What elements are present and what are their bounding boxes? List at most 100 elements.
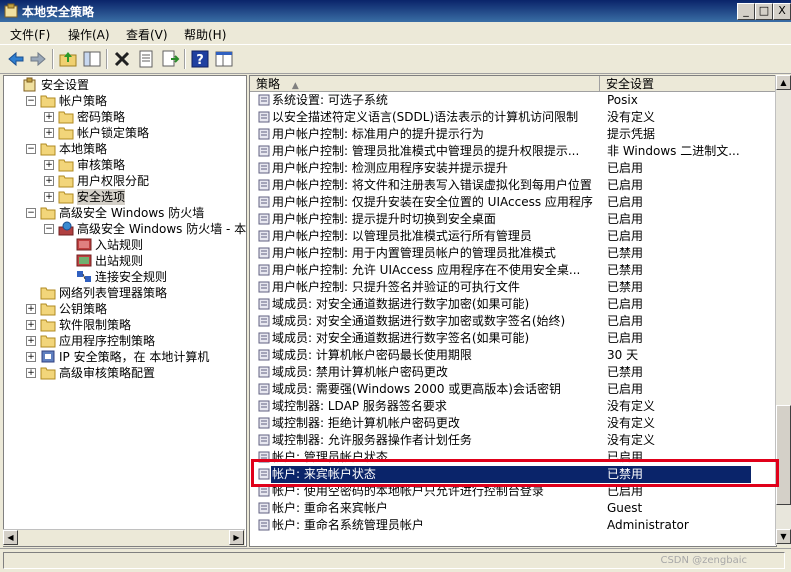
expand-icon[interactable]: + [26,352,36,362]
policy-row[interactable]: 用户帐户控制: 检测应用程序安装并提示提升 已启用 [250,160,776,177]
policy-row[interactable]: 域成员: 禁用计算机帐户密码更改 已禁用 [250,364,776,381]
tree-item[interactable]: − 高级安全 Windows 防火墙 - 本地 [4,221,246,237]
forward-arrow-icon[interactable] [28,49,48,69]
expand-icon[interactable]: + [44,112,54,122]
tree-item[interactable]: − 本地策略 [4,141,244,157]
policy-row[interactable]: 帐户: 管理员帐户状态 已启用 [250,449,776,466]
close-button[interactable]: X [773,3,791,20]
tree-item[interactable]: + 软件限制策略 [4,317,244,333]
tree-item[interactable]: + 安全选项 [4,189,244,205]
collapse-icon[interactable]: − [26,144,36,154]
expand-icon[interactable]: + [44,176,54,186]
policy-row[interactable]: 用户帐户控制: 允许 UIAccess 应用程序在不使用安全桌... 已禁用 [250,262,776,279]
tree-item[interactable]: + 帐户锁定策略 [4,125,244,141]
show-hide-tree-icon[interactable] [82,49,102,69]
scroll-left-button[interactable]: ◀ [3,530,18,545]
tree-horizontal-scrollbar[interactable]: ◀ ▶ [3,529,245,546]
tree-pane[interactable]: 安全设置 − 帐户策略 + 密码策略 + 帐户锁定策略 − 本地策略 + 审核策略 + 用户权限分配 + 安… [3,75,247,547]
expand-icon[interactable]: + [26,336,36,346]
policy-row[interactable]: 域成员: 对安全通道数据进行数字加密(如果可能) 已启用 [250,296,776,313]
properties-icon[interactable] [136,49,156,69]
expand-icon[interactable]: + [26,320,36,330]
policy-row[interactable]: 域控制器: 拒绝计算机帐户密码更改 没有定义 [250,415,776,432]
tree-item[interactable]: 安全设置 [4,77,244,93]
policy-row[interactable]: 用户帐户控制: 以管理员批准模式运行所有管理员 已启用 [250,228,776,245]
tree-item[interactable]: 网络列表管理器策略 [4,285,244,301]
policy-row[interactable]: 用户帐户控制: 只提升签名并验证的可执行文件 已禁用 [250,279,776,296]
minimize-button[interactable]: _ [737,3,755,20]
policy-list-pane[interactable]: 策略 ▲ 安全设置 系统设置: 可选子系统 Posix 以安全描述符定义语言(SDD… [249,75,777,547]
scroll-right-button[interactable]: ▶ [229,530,244,545]
column-header-setting[interactable]: 安全设置 [600,76,776,92]
folder-icon [40,287,56,300]
tree-item[interactable]: + 公钥策略 [4,301,244,317]
scroll-thumb[interactable] [776,405,791,505]
menu-file[interactable]: 文件(F) [4,25,56,44]
security-settings-icon [23,77,36,92]
tree-item-label: 用户权限分配 [77,174,150,188]
policy-row[interactable]: 域控制器: 允许服务器操作者计划任务 没有定义 [250,432,776,449]
policy-row[interactable]: 域控制器: LDAP 服务器签名要求 没有定义 [250,398,776,415]
tree-item[interactable]: 入站规则 [4,237,244,253]
policy-row[interactable]: 域成员: 需要强(Windows 2000 或更高版本)会话密钥 已启用 [250,381,776,398]
vertical-scrollbar[interactable]: ▲ ▼ [775,75,791,545]
policy-row[interactable]: 用户帐户控制: 提示提升时切换到安全桌面 已启用 [250,211,776,228]
policy-name: 用户帐户控制: 标准用户的提升提示行为 [272,127,484,141]
help-icon[interactable]: ? [190,49,210,69]
tree-item[interactable]: + 审核策略 [4,157,244,173]
tree-item[interactable]: + IP 安全策略，在 本地计算机 [4,349,244,365]
column-header-policy[interactable]: 策略 ▲ [250,76,600,92]
tree-item-label: 连接安全规则 [95,270,168,284]
menu-action[interactable]: 操作(A) [62,25,116,44]
policy-icon [258,400,270,412]
delete-icon[interactable] [112,49,132,69]
tree-item[interactable]: + 用户权限分配 [4,173,244,189]
tree-item[interactable]: + 应用程序控制策略 [4,333,244,349]
policy-row[interactable]: 用户帐户控制: 用于内置管理员帐户的管理员批准模式 已禁用 [250,245,776,262]
policy-icon [258,230,270,242]
policy-row[interactable]: 帐户: 来宾帐户状态 已禁用 [250,466,776,483]
policy-row[interactable]: 以安全描述符定义语言(SDDL)语法表示的计算机访问限制 没有定义 [250,109,776,126]
back-arrow-icon[interactable] [6,49,26,69]
policy-row[interactable]: 帐户: 重命名来宾帐户 Guest [250,500,776,517]
policy-row[interactable]: 用户帐户控制: 标准用户的提升提示行为 提示凭据 [250,126,776,143]
policy-row[interactable]: 用户帐户控制: 管理员批准模式中管理员的提升权限提示... 非 Windows 二… [250,143,776,160]
tree-item[interactable]: − 帐户策略 [4,93,244,109]
collapse-icon[interactable]: − [44,224,54,234]
policy-row[interactable]: 域成员: 对安全通道数据进行数字加密或数字签名(始终) 已启用 [250,313,776,330]
console-icon[interactable] [214,49,234,69]
expand-icon[interactable]: + [26,304,36,314]
maximize-button[interactable]: □ [755,3,773,20]
menu-view[interactable]: 查看(V) [120,25,174,44]
tree-item-label: 入站规则 [95,238,144,252]
tree-item[interactable]: + 高级审核策略配置 [4,365,244,381]
menu-help[interactable]: 帮助(H) [178,25,232,44]
expand-icon[interactable]: + [44,192,54,202]
expand-icon[interactable]: + [44,128,54,138]
policy-row[interactable]: 帐户: 重命名系统管理员帐户 Administrator [250,517,776,534]
policy-icon [258,128,270,140]
policy-row[interactable]: 域成员: 对安全通道数据进行数字签名(如果可能) 已启用 [250,330,776,347]
tree-item-label: 公钥策略 [59,302,108,316]
tree-item[interactable]: + 密码策略 [4,109,244,125]
policy-row[interactable]: 用户帐户控制: 仅提升安装在安全位置的 UIAccess 应用程序 已启用 [250,194,776,211]
up-folder-icon[interactable] [58,49,78,69]
policy-setting: 非 Windows 二进制文... [607,144,740,158]
policy-row[interactable]: 帐户: 使用空密码的本地帐户只允许进行控制台登录 已启用 [250,483,776,500]
tree-item[interactable]: 连接安全规则 [4,269,244,285]
policy-row[interactable]: 系统设置: 可选子系统 Posix [250,92,776,109]
tree-item[interactable]: 出站规则 [4,253,244,269]
expand-icon[interactable]: + [26,368,36,378]
policy-row[interactable]: 域成员: 计算机帐户密码最长使用期限 30 天 [250,347,776,364]
tree-item[interactable]: − 高级安全 Windows 防火墙 [4,205,244,221]
policy-row[interactable]: 用户帐户控制: 将文件和注册表写入错误虚拟化到每用户位置 已启用 [250,177,776,194]
status-bar: CSDN @zengbaic [0,548,791,572]
export-list-icon[interactable] [160,49,180,69]
expand-icon[interactable]: + [44,160,54,170]
collapse-icon[interactable]: − [26,96,36,106]
scroll-up-button[interactable]: ▲ [776,75,791,90]
scroll-down-button[interactable]: ▼ [776,529,791,544]
policy-icon [258,111,270,123]
collapse-icon[interactable]: − [26,208,36,218]
policy-setting: Posix [607,93,638,107]
